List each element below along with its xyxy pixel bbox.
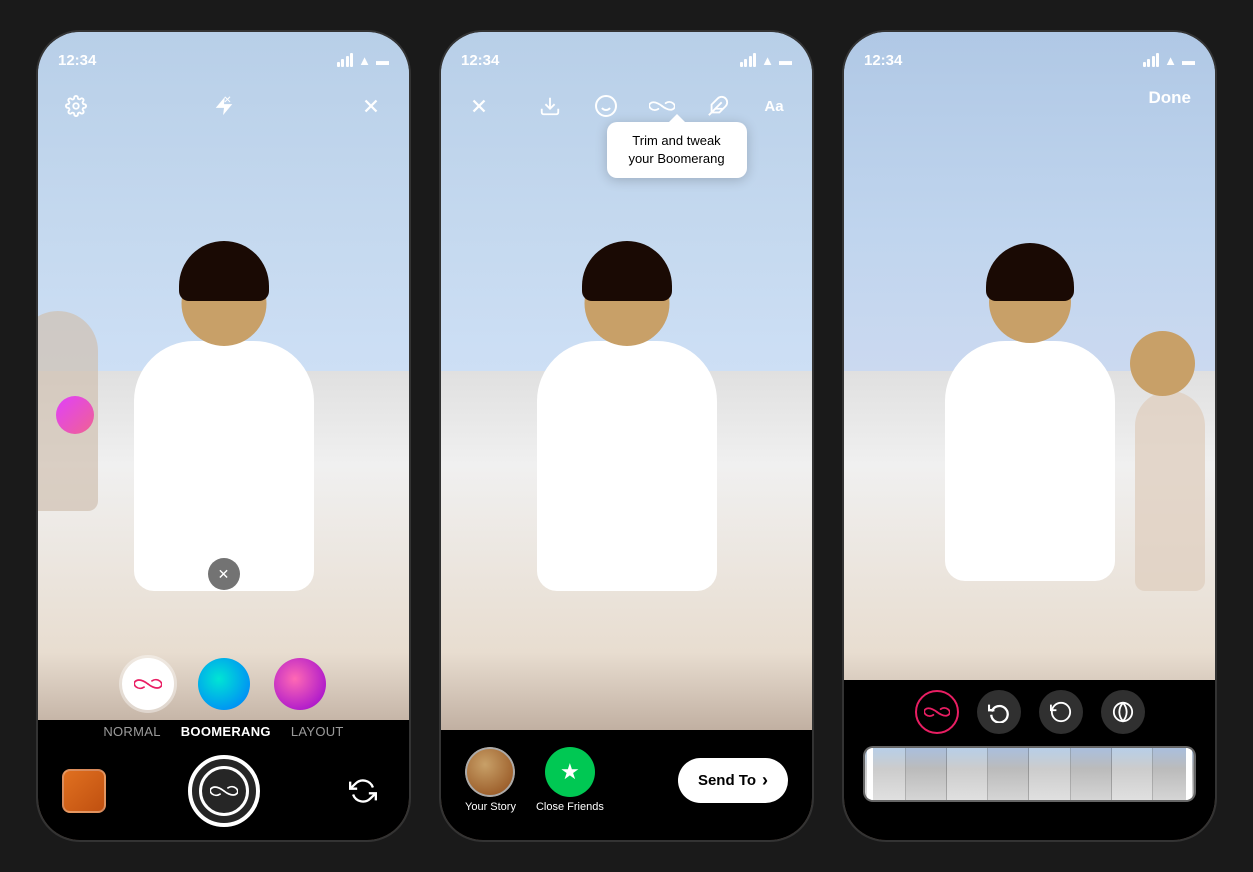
close-friends-item[interactable]: ★ Close Friends [536,747,604,813]
battery-icon-1: ▬ [376,53,389,68]
signal-icon-1 [337,53,354,67]
mode-normal[interactable]: NORMAL [103,724,160,739]
settings-button[interactable] [58,88,94,124]
your-story-label: Your Story [465,801,516,813]
shutter-area [38,755,409,827]
your-story-item[interactable]: Your Story [465,747,516,813]
right-head [1130,331,1195,396]
phones-container: 12:34 ▲ ▬ [36,30,1217,842]
timeline-frame-4 [988,748,1029,800]
send-to-button[interactable]: Send To › [678,758,788,803]
battery-icon-2: ▬ [779,53,792,68]
phone3-top-controls: Done [844,76,1215,120]
teal-filter-btn[interactable] [198,658,250,710]
boomerang-filter-btn[interactable] [122,658,174,710]
right-icons: Aa [532,88,792,124]
download-button[interactable] [532,88,568,124]
sticker-button[interactable] [588,88,624,124]
capture-close-x[interactable]: ✕ [208,558,240,590]
phone-1: 12:34 ▲ ▬ [36,30,411,842]
draw-button[interactable] [700,88,736,124]
timeline-strip[interactable] [863,746,1197,802]
your-story-avatar [465,747,515,797]
status-icons-1: ▲ ▬ [337,53,389,68]
wifi-icon-1: ▲ [358,53,371,68]
send-to-label: Send To [698,772,756,789]
gallery-thumbnail[interactable] [62,769,106,813]
wifi-icon-3: ▲ [1164,53,1177,68]
status-bar-2: 12:34 ▲ ▬ [441,32,812,76]
person-shirt-2 [537,341,717,591]
avatar-group: Your Story ★ Close Friends [465,747,604,813]
reverse-effect-btn[interactable] [977,690,1021,734]
phone1-background [38,32,409,840]
person-shirt-3 [945,341,1115,581]
side-effect-btn[interactable] [56,396,94,434]
timeline-frame-5 [1029,748,1070,800]
mode-layout[interactable]: LAYOUT [291,724,344,739]
star-icon: ★ [560,759,580,785]
text-button[interactable]: Aa [756,88,792,124]
close-friends-avatar: ★ [545,747,595,797]
chevron-right-icon: › [762,770,768,791]
status-time-2: 12:34 [461,52,499,69]
timeline-frame-3 [947,748,988,800]
done-button[interactable]: Done [1149,88,1192,108]
signal-icon-3 [1143,53,1160,67]
signal-icon-2 [740,53,757,67]
flip-camera-button[interactable] [341,769,385,813]
story-ring [465,747,515,797]
phone1-bottom-bar: NORMAL BOOMERANG LAYOUT [38,720,409,840]
person-shirt [134,341,314,591]
timeline-handle-left[interactable] [867,748,873,800]
slowmo-effect-btn[interactable] [1039,690,1083,734]
tooltip-text: Trim and tweak your Boomerang [628,133,724,166]
echo-effect-btn[interactable] [1101,690,1145,734]
infinity-effect-btn[interactable] [915,690,959,734]
tooltip-box: Trim and tweak your Boomerang [607,122,747,178]
status-bar-3: 12:34 ▲ ▬ [844,32,1215,76]
mode-selector: NORMAL BOOMERANG LAYOUT [103,724,343,739]
timeline-handle-right[interactable] [1186,748,1192,800]
status-icons-2: ▲ ▬ [740,53,792,68]
status-bar-1: 12:34 ▲ ▬ [38,32,409,76]
timeline-frame-6 [1071,748,1112,800]
wifi-icon-2: ▲ [761,53,774,68]
right-person [1135,391,1205,591]
timeline-frame-2 [906,748,947,800]
share-row: Your Story ★ Close Friends Send To › [441,747,812,813]
close-button-2[interactable] [461,88,497,124]
filter-buttons [38,658,409,710]
boomerang-icon [199,766,249,816]
phone3-bottom-bar [844,680,1215,840]
phone-3: 12:34 ▲ ▬ Done [842,30,1217,842]
timeline-frame-7 [1112,748,1153,800]
phone2-bottom-bar: Your Story ★ Close Friends Send To › [441,730,812,840]
close-friends-label: Close Friends [536,801,604,813]
status-time-1: 12:34 [58,52,96,69]
battery-icon-3: ▬ [1182,53,1195,68]
shutter-button[interactable] [188,755,260,827]
status-time-3: 12:34 [864,52,902,69]
pink-filter-btn[interactable] [274,658,326,710]
effect-buttons-row [915,690,1145,734]
phone-2: 12:34 ▲ ▬ [439,30,814,842]
mode-boomerang[interactable]: BOOMERANG [181,724,271,739]
flash-button[interactable]: ✕ [206,88,242,124]
close-button-1[interactable] [353,88,389,124]
tooltip-container: Trim and tweak your Boomerang [607,122,747,178]
status-icons-3: ▲ ▬ [1143,53,1195,68]
phone1-top-controls: ✕ [38,76,409,136]
